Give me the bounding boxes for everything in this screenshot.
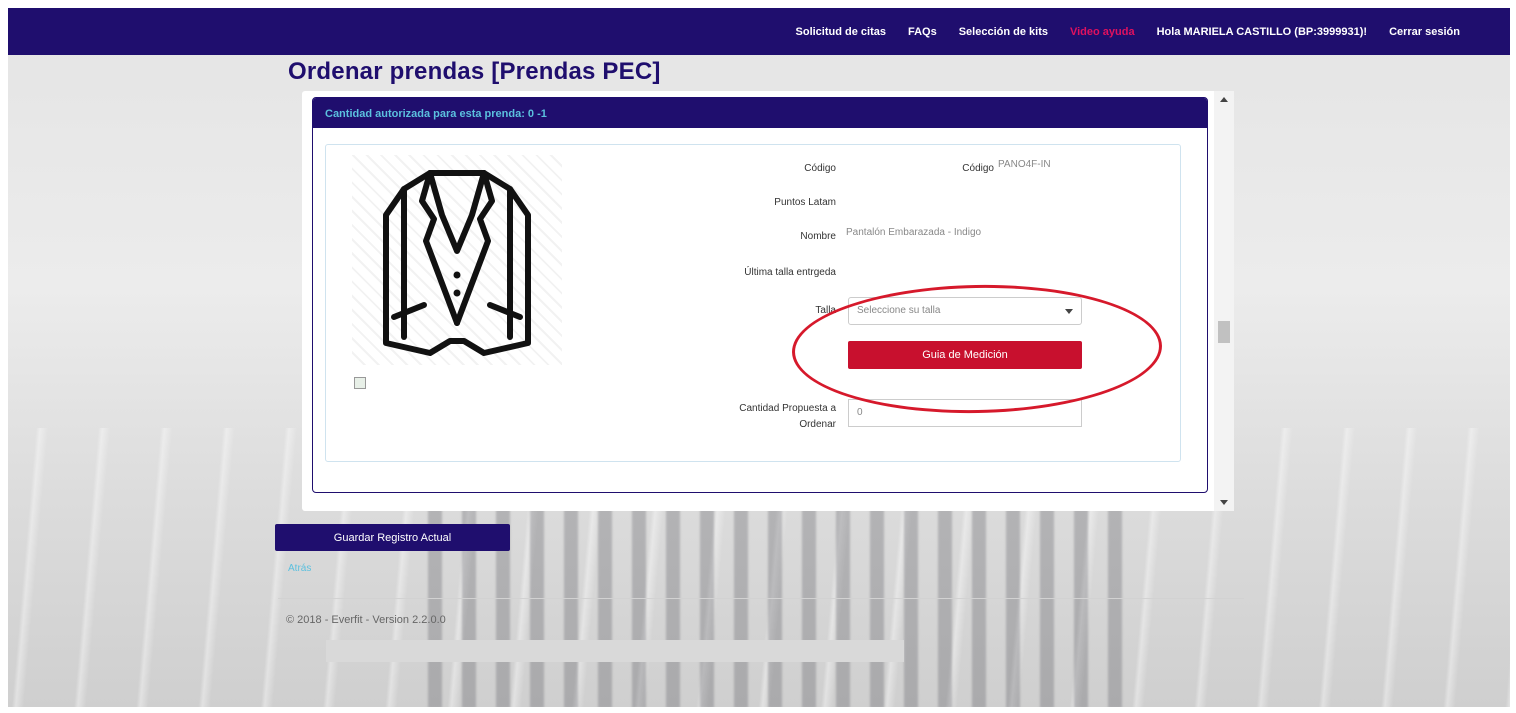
cantidad-label: Cantidad Propuesta a — [739, 403, 836, 414]
nav-user-greeting[interactable]: Hola MARIELA CASTILLO (BP:3999931)! — [1157, 26, 1367, 38]
nav-logout[interactable]: Cerrar sesión — [1389, 26, 1460, 38]
puntos-label: Puntos Latam — [774, 197, 836, 208]
talla-label: Talla — [815, 305, 836, 316]
nombre-value: Pantalón Embarazada - Indigo — [846, 227, 982, 238]
nav-solicitud-citas[interactable]: Solicitud de citas — [796, 26, 886, 38]
talla-select[interactable]: Seleccione su talla — [848, 297, 1082, 325]
garment-image — [352, 155, 562, 365]
page-title: Ordenar prendas [Prendas PEC] — [288, 58, 661, 85]
garment-scroll-panel[interactable]: Cantidad autorizada para esta prenda: 0 … — [302, 91, 1234, 511]
codigo-label-2: Código — [962, 163, 994, 174]
cantidad-label-2: Ordenar — [799, 419, 836, 430]
vertical-scrollbar[interactable] — [1214, 91, 1234, 511]
scroll-up-arrow-icon[interactable] — [1220, 97, 1228, 102]
nombre-label: Nombre — [800, 231, 836, 242]
back-link[interactable]: Atrás — [288, 563, 311, 574]
button-dot — [453, 289, 461, 297]
card-header: Cantidad autorizada para esta prenda: 0 … — [313, 98, 1207, 128]
redacted-bar — [326, 640, 904, 662]
save-record-button[interactable]: Guardar Registro Actual — [275, 524, 510, 551]
quantity-input[interactable]: 0 — [848, 399, 1082, 427]
broken-image-icon — [354, 377, 366, 389]
garment-card: Cantidad autorizada para esta prenda: 0 … — [312, 97, 1208, 493]
nav-video-ayuda[interactable]: Video ayuda — [1070, 26, 1135, 38]
codigo-value: PANO4F-IN — [998, 159, 1051, 170]
talla-select-value: Seleccione su talla — [857, 305, 941, 316]
garment-details: Código Código PANO4F-IN Puntos Latam Nom… — [325, 144, 1181, 462]
jacket-icon — [383, 170, 531, 356]
measurement-guide-button[interactable]: Guia de Medición — [848, 341, 1082, 369]
scroll-down-arrow-icon[interactable] — [1220, 500, 1228, 505]
ultima-talla-label: Última talla entrgeda — [744, 267, 836, 278]
nav-faqs[interactable]: FAQs — [908, 26, 937, 38]
button-dot — [453, 271, 461, 279]
nav-seleccion-kits[interactable]: Selección de kits — [959, 26, 1048, 38]
top-navbar: Solicitud de citas FAQs Selección de kit… — [8, 8, 1510, 55]
footer-divider — [278, 598, 1244, 599]
scroll-thumb[interactable] — [1218, 321, 1230, 343]
app-frame: Solicitud de citas FAQs Selección de kit… — [8, 8, 1510, 707]
chevron-down-icon — [1065, 309, 1073, 314]
codigo-label: Código — [804, 163, 836, 174]
footer-text: © 2018 - Everfit - Version 2.2.0.0 — [286, 614, 446, 626]
